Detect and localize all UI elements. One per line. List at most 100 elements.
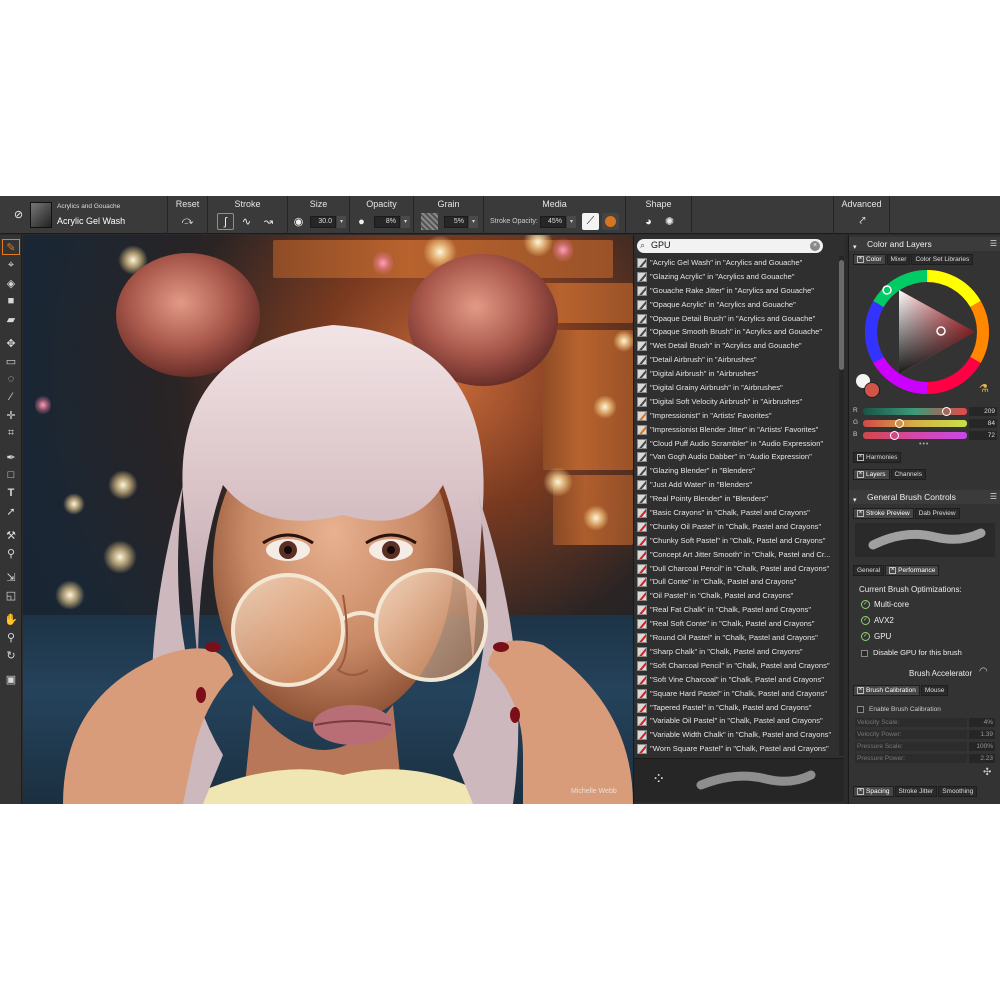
brush-result-item[interactable]: "Glazing Acrylic" in "Acrylics and Gouac… [634,270,840,284]
media-mode-icon[interactable]: ⟋ [582,213,599,230]
brush-controls-panel-header[interactable]: ▾ General Brush Controls ☰ [849,490,1000,504]
close-icon[interactable]: × [857,255,864,263]
brush-result-item[interactable]: "Opaque Detail Brush" in "Acrylics and G… [634,312,840,326]
rectangle-select-icon[interactable]: ▭ [2,353,20,369]
size-field[interactable]: 30.0 [310,216,336,228]
brush-result-item[interactable]: "Real Soft Conte" in "Chalk, Pastel and … [634,617,840,631]
brush-result-item[interactable]: "Basic Crayons" in "Chalk, Pastel and Cr… [634,506,840,520]
brush-result-item[interactable]: "Variable Oil Pastel" in "Chalk, Pastel … [634,714,840,728]
more-options-icon[interactable]: ••• [919,441,929,448]
enable-calibration-checkbox[interactable]: Enable Brush Calibration [857,706,941,713]
close-icon[interactable]: × [857,470,864,478]
brush-result-item[interactable]: "Variable Width Chalk" in "Chalk, Pastel… [634,728,840,742]
brush-result-item[interactable]: "Round Oil Pastel" in "Chalk, Pastel and… [634,631,840,645]
stroke-opacity-field[interactable]: 45% [540,216,566,228]
paint-bucket-tool-icon[interactable]: ◈ [2,275,20,291]
green-knob[interactable] [894,419,904,428]
artwork-canvas[interactable]: Michelle Webb [23,235,633,804]
tab-harmonies[interactable]: × Harmonies [853,452,902,463]
brush-search-field[interactable]: ⌕ GPU × [637,239,823,253]
size-dropdown-icon[interactable]: ▾ [337,216,346,228]
brush-result-item[interactable]: "Square Hard Pastel" in "Chalk, Pastel a… [634,687,840,701]
main-color-swatch[interactable] [864,382,880,398]
collapse-arrow-icon[interactable]: ▾ [853,241,857,255]
close-icon[interactable]: × [857,787,864,795]
lasso-tool-icon[interactable]: ◌ [2,371,20,387]
brush-result-item[interactable]: "Cloud Puff Audio Scrambler" in "Audio E… [634,437,840,451]
kaleidoscope-tool-icon[interactable]: ◱ [2,587,20,603]
crop-tool-icon[interactable]: ⌗ [2,425,20,441]
brush-result-item[interactable]: "Gouache Rake Jitter" in "Acrylics and G… [634,284,840,298]
brush-result-item[interactable]: "Opaque Smooth Brush" in "Acrylics and G… [634,325,840,339]
close-icon[interactable]: × [857,686,864,694]
dropper-tool-icon[interactable]: ⌖ [2,257,20,273]
brush-result-item[interactable]: "Opaque Acrylic" in "Acrylics and Gouach… [634,298,840,312]
panel-menu-icon[interactable]: ☰ [990,493,997,501]
green-track[interactable] [863,419,967,428]
text-tool-icon[interactable]: T [2,485,20,501]
cloner-tool-icon[interactable]: ⚒ [2,527,20,543]
results-scrollbar[interactable] [839,256,844,756]
blue-track[interactable] [863,431,967,440]
red-value[interactable]: 209 [969,407,997,416]
grain-field[interactable]: 5% [444,216,468,228]
close-icon[interactable]: × [889,566,897,574]
tab-performance[interactable]: × Performance [885,565,940,576]
color-wheel[interactable] [863,268,991,396]
brush-result-item[interactable]: "Digital Airbrush" in "Airbrushes" [634,367,840,381]
color-layers-panel-header[interactable]: ▾ Color and Layers ☰ [849,237,1000,251]
tab-spacing[interactable]: × Spacing [853,786,894,797]
calibration-wand-icon[interactable]: ✣ [983,767,991,778]
brush-result-item[interactable]: "Worn Square Pastel" in "Chalk, Pastel a… [634,742,840,756]
paper-grain-icon[interactable] [421,213,438,230]
blue-slider[interactable]: B 72 [853,431,997,440]
tab-dab-preview[interactable]: Dab Preview [914,508,960,519]
tab-brush-calibration[interactable]: × Brush Calibration [853,685,920,696]
tab-color[interactable]: × Color [853,254,886,265]
search-query[interactable]: GPU [651,240,671,250]
tab-mixer[interactable]: Mixer [886,254,911,265]
speedometer-icon[interactable]: ◠ [979,666,988,677]
fill-tool-icon[interactable]: ■ [2,293,20,309]
freehand-stroke-icon[interactable]: ʃ [217,213,234,230]
magic-wand-icon[interactable]: ⁄ [2,389,20,405]
reset-brush-icon[interactable]: ⤼ [179,213,196,230]
brush-result-item[interactable]: "Dull Conte" in "Chalk, Pastel and Crayo… [634,575,840,589]
brush-result-item[interactable]: "Soft Charcoal Pencil" in "Chalk, Pastel… [634,659,840,673]
tab-stroke-jitter[interactable]: Stroke Jitter [894,786,938,797]
brush-result-item[interactable]: "Oil Pastel" in "Chalk, Pastel and Crayo… [634,589,840,603]
brush-result-item[interactable]: "Acrylic Gel Wash" in "Acrylics and Goua… [634,256,840,270]
eraser-tool-icon[interactable]: ▰ [2,311,20,327]
magnifier-tool-icon[interactable]: ⚲ [2,629,20,645]
brush-result-item[interactable]: "Digital Grainy Airbrush" in "Airbrushes… [634,381,840,395]
rotate-page-icon[interactable]: ↻ [2,647,20,663]
brush-result-item[interactable]: "Dull Charcoal Pencil" in "Chalk, Pastel… [634,562,840,576]
advanced-settings-icon[interactable]: ⤤ [854,213,871,230]
media-color-icon[interactable] [602,213,619,230]
brush-result-item[interactable]: "Wet Detail Brush" in "Acrylics and Goua… [634,339,840,353]
brush-result-item[interactable]: "Soft Vine Charcoal" in "Chalk, Pastel a… [634,673,840,687]
tab-layers[interactable]: × Layers [853,469,890,480]
move-tool-icon[interactable]: ✥ [2,335,20,351]
tab-channels[interactable]: Channels [890,469,926,480]
line-stroke-icon[interactable]: ∿ [238,213,255,230]
transform-tool-icon[interactable]: ✛ [2,407,20,423]
clear-search-icon[interactable]: × [810,241,820,251]
brush-result-item[interactable]: "Real Fat Chalk" in "Chalk, Pastel and C… [634,603,840,617]
shape-dab-icon[interactable]: ◕ [640,213,657,230]
close-icon[interactable]: × [857,509,864,517]
color-dropper-icon[interactable]: ⚗ [979,382,989,395]
collapse-arrow-icon[interactable]: ▾ [853,494,857,508]
tab-color-set-libraries[interactable]: Color Set Libraries [911,254,974,265]
brush-result-item[interactable]: "Impressionist" in "Artists' Favorites" [634,409,840,423]
green-slider[interactable]: G 84 [853,419,997,428]
green-value[interactable]: 84 [969,419,997,428]
checkbox-icon[interactable] [857,706,864,713]
red-knob[interactable] [941,407,951,416]
grabber-tool-icon[interactable]: ✋ [2,611,20,627]
mirror-tool-icon[interactable]: ⇲ [2,569,20,585]
blue-knob[interactable] [889,431,899,440]
pen-tool-icon[interactable]: ✒ [2,449,20,465]
disable-gpu-checkbox[interactable]: Disable GPU for this brush [861,648,962,657]
brush-thumbnail[interactable] [30,202,52,228]
